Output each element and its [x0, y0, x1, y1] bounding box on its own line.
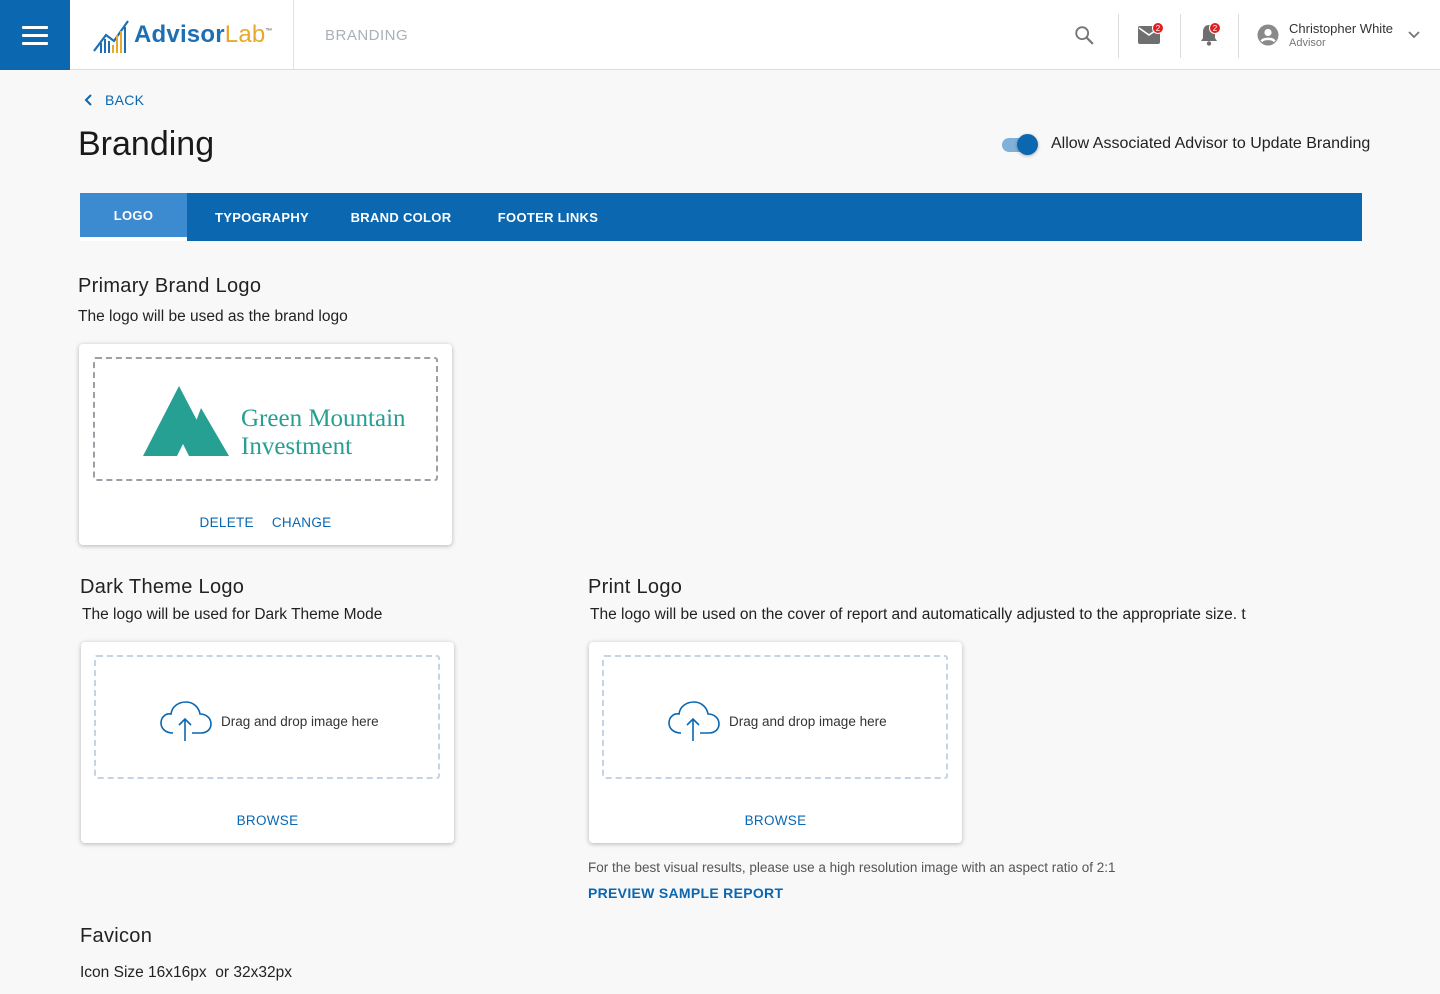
browse-print-logo-button[interactable]: BROWSE — [745, 813, 807, 828]
cloud-upload-icon — [668, 701, 720, 741]
account-circle-icon — [1257, 24, 1279, 46]
tab-footer-links[interactable]: FOOTER LINKS — [465, 193, 631, 241]
cloud-upload-icon — [160, 701, 212, 741]
user-menu[interactable]: Christopher White Advisor — [1257, 0, 1421, 70]
advisorlab-logo-icon — [93, 20, 129, 53]
primary-logo-preview[interactable]: Green Mountain Investment — [93, 357, 438, 481]
dark-logo-card: Drag and drop image here BROWSE — [81, 642, 454, 843]
delete-logo-button[interactable]: DELETE — [200, 515, 254, 530]
chevron-down-icon — [1408, 31, 1420, 39]
dark-logo-drop-hint: Drag and drop image here — [159, 699, 379, 743]
favicon-title: Favicon — [80, 925, 153, 947]
advisorlab-logo[interactable]: AdvisorLab™ — [70, 0, 294, 70]
search-button[interactable] — [1064, 0, 1104, 70]
dark-logo-dropzone[interactable]: Drag and drop image here — [94, 655, 440, 779]
divider — [1118, 14, 1119, 58]
mail-count-badge: 2 — [1152, 22, 1164, 34]
primary-logo-description: The logo will be used as the brand logo — [78, 308, 348, 325]
dark-logo-title: Dark Theme Logo — [80, 576, 245, 598]
tab-logo[interactable]: LOGO — [80, 193, 187, 241]
green-mountain-logo-icon — [143, 386, 229, 456]
chevron-left-icon — [84, 94, 92, 106]
print-logo-card: Drag and drop image here BROWSE — [589, 642, 962, 843]
primary-logo-title: Primary Brand Logo — [78, 275, 262, 297]
browse-dark-logo-button[interactable]: BROWSE — [237, 813, 299, 828]
drop-text: Drag and drop image here — [221, 713, 379, 729]
notification-count-badge: 2 — [1209, 22, 1221, 34]
page-breadcrumb: BRANDING — [325, 27, 409, 44]
toggle-label: Allow Associated Advisor to Update Brand… — [1051, 135, 1371, 152]
divider — [1180, 14, 1181, 58]
hamburger-menu-button[interactable] — [0, 0, 70, 70]
notifications-button[interactable] — [1190, 0, 1228, 70]
mail-button[interactable] — [1130, 0, 1168, 70]
user-name: Christopher White — [1289, 20, 1394, 36]
print-logo-actions: BROWSE — [589, 813, 962, 828]
favicon-description: Icon Size 16x16px or 32x32px — [80, 964, 292, 981]
primary-logo-card: Green Mountain Investment DELETE CHANGE — [79, 344, 452, 545]
print-logo-dropzone[interactable]: Drag and drop image here — [602, 655, 948, 779]
tab-brand-color[interactable]: BRAND COLOR — [337, 193, 465, 241]
branding-tabs: LOGO TYPOGRAPHY BRAND COLOR FOOTER LINKS — [80, 193, 1362, 241]
back-label: BACK — [105, 92, 145, 108]
print-logo-drop-hint: Drag and drop image here — [667, 699, 887, 743]
print-logo-hint: For the best visual results, please use … — [588, 860, 1116, 875]
tab-typography[interactable]: TYPOGRAPHY — [187, 193, 337, 241]
preview-sample-report-link[interactable]: PREVIEW SAMPLE REPORT — [588, 885, 783, 901]
green-mountain-logo-text: Green Mountain Investment — [241, 405, 406, 460]
divider — [1238, 14, 1239, 58]
user-role: Advisor — [1289, 36, 1326, 49]
back-link[interactable]: BACK — [80, 92, 144, 108]
page-title: Branding — [78, 125, 215, 163]
allow-advisor-branding-toggle[interactable]: Allow Associated Advisor to Update Brand… — [1002, 133, 1370, 155]
print-logo-description: The logo will be used on the cover of re… — [590, 606, 1246, 623]
dark-logo-actions: BROWSE — [81, 813, 454, 828]
top-bar: AdvisorLab™ BRANDING 2 2 Christopher Whi… — [0, 0, 1440, 70]
search-icon — [1075, 26, 1094, 45]
toggle-switch[interactable] — [1002, 133, 1038, 155]
primary-logo-actions: DELETE CHANGE — [79, 515, 452, 530]
drop-text: Drag and drop image here — [729, 713, 887, 729]
hamburger-icon — [22, 21, 48, 50]
dark-logo-description: The logo will be used for Dark Theme Mod… — [82, 606, 383, 623]
change-logo-button[interactable]: CHANGE — [272, 515, 332, 530]
brand-wordmark: AdvisorLab™ — [134, 21, 273, 48]
print-logo-title: Print Logo — [588, 576, 683, 598]
